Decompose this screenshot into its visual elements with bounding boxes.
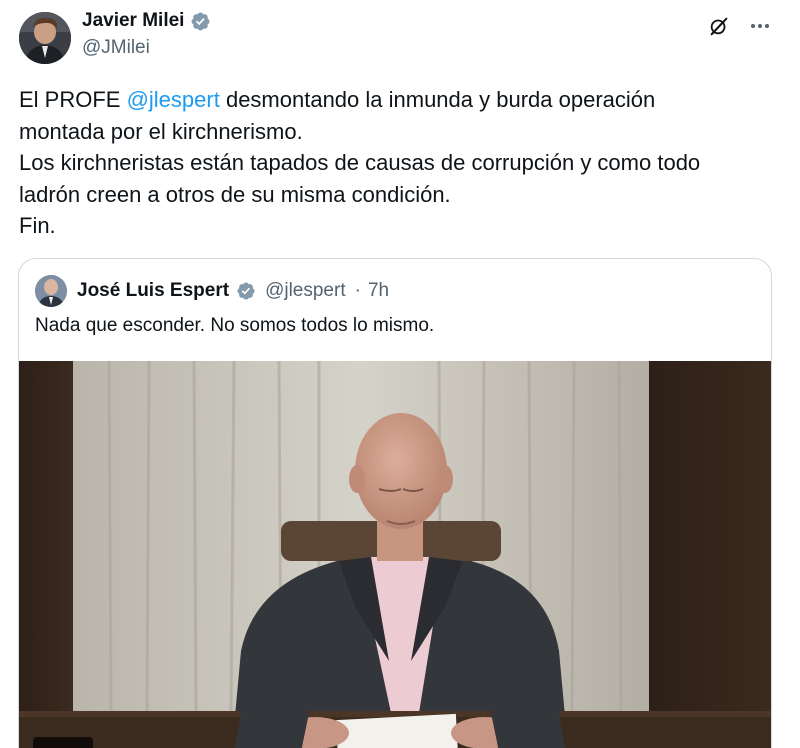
quoted-timestamp[interactable]: 7h — [368, 280, 389, 302]
more-icon[interactable] — [748, 14, 772, 38]
grok-icon[interactable] — [708, 15, 730, 37]
verified-badge-icon — [237, 282, 255, 300]
quoted-separator: · — [354, 280, 361, 301]
verified-badge-icon — [191, 12, 210, 30]
video-thumbnail[interactable] — [19, 361, 771, 748]
quoted-author-name[interactable]: José Luis Espert — [77, 280, 229, 302]
author-handle[interactable]: @JMilei — [82, 37, 150, 59]
tweet-top-actions — [708, 14, 772, 38]
quoted-tweet-text: Nada que esconder. No somos todos lo mis… — [35, 315, 435, 336]
tweet-line: Los kirchneristas están tapados de causa… — [19, 150, 701, 175]
mention-link[interactable]: @jlespert — [127, 87, 220, 112]
tweet-line: ladrón creen a otros de su misma condici… — [19, 181, 451, 207]
tweet-text-segment: El PROFE — [19, 87, 127, 112]
video-duration-badge — [33, 737, 93, 748]
quoted-author-handle[interactable]: @jlespert — [265, 280, 346, 302]
author-avatar[interactable] — [19, 12, 71, 64]
quoted-tweet-header: José Luis Espert @jlespert · 7h — [35, 275, 389, 307]
author-display-name[interactable]: Javier Milei — [82, 10, 184, 32]
tweet-line: montada por el kirchnerismo. — [19, 118, 303, 144]
quoted-author-avatar[interactable] — [35, 275, 67, 307]
author-name-row: Javier Milei — [82, 10, 211, 32]
tweet-line: El PROFE @jlespert desmontando la inmund… — [19, 84, 789, 116]
tweet-text: El PROFE @jlespert desmontando la inmund… — [19, 84, 789, 242]
tweet-text-segment: desmontando la inmunda y burda operación — [219, 87, 656, 112]
quoted-tweet-card[interactable]: José Luis Espert @jlespert · 7h Nada que… — [18, 258, 772, 748]
tweet-line: Fin. — [19, 213, 56, 238]
